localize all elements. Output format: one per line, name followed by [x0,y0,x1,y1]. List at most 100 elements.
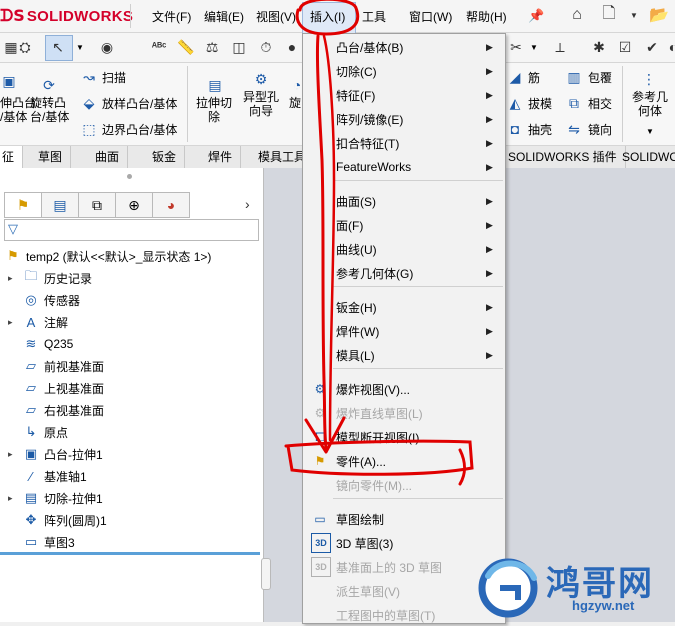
tab-features[interactable]: 征 [0,146,24,168]
extrude-cut-label[interactable]: 拉伸切 除 [196,96,232,124]
chevron-right-icon[interactable]: › [245,196,250,212]
spelling-icon[interactable]: ᴬᴮᶜ [148,36,170,58]
pin-icon[interactable]: 📌 [528,8,544,24]
smart-dimension-icon[interactable]: ⟂ [549,36,571,58]
revolve-boss-label[interactable]: 旋转凸 台/基体 [30,96,69,124]
loft-icon[interactable]: ⬙ [80,94,98,112]
chevron-down-icon[interactable]: ▼ [630,11,638,20]
tree-item[interactable]: ▸ ▤ 切除-拉伸1 [8,487,107,509]
wrap-button[interactable]: 包覆 [588,71,612,85]
tree-item[interactable]: ▸ 🗀 历史记录 [8,267,107,289]
insert-menu-item[interactable]: 凸台/基体(B) ▶ [303,36,505,58]
reference-geometry-icon[interactable]: ⋮ [640,70,658,88]
tree-item[interactable]: ▱ 前视基准面 [8,355,107,377]
property-manager-tab-icon[interactable]: ▤ [41,192,78,218]
revolve-boss-icon[interactable]: ⟳ [40,76,58,94]
insert-menu-item[interactable]: 阵列/镜像(E) ▶ [303,108,505,130]
insert-menu-item[interactable]: 参考几何体(G) ▶ [303,262,505,284]
feature-tree-tab-icon[interactable]: ⚑ [4,192,41,218]
draft-icon[interactable]: ◭ [506,94,524,112]
check-icon[interactable]: ✔ [641,36,663,58]
intersect-button[interactable]: 相交 [588,97,612,111]
shell-button[interactable]: 抽壳 [528,123,552,137]
measure-icon[interactable]: 📏 [175,36,197,58]
menu-help[interactable]: 帮助(H) [466,8,507,25]
expand-arrow-icon[interactable]: ▸ [8,449,18,460]
configuration-manager-tab-icon[interactable]: ⧉ [78,192,115,218]
expand-arrow-icon[interactable]: ▸ [8,493,18,504]
checklist-icon[interactable]: ☑ [614,36,636,58]
tree-item[interactable]: ▱ 上视基准面 [8,377,107,399]
tree-item[interactable]: ◎ 传感器 [8,289,107,311]
menu-view[interactable]: 视图(V) [256,8,296,25]
new-document-icon[interactable]: 🗋 [598,4,620,26]
sweep-button[interactable]: 扫描 [102,71,126,85]
solidworks-logo[interactable]: ᗪS SOLIDWORKS [0,4,133,28]
insert-menu-item[interactable]: FeatureWorks ▶ [303,156,505,178]
tree-root[interactable]: ⚑ temp2 (默认<<默认>_显示状态 1>) [4,245,211,267]
insert-menu-item[interactable]: 焊件(W) ▶ [303,320,505,342]
dimxpert-tab-icon[interactable]: ⊕ [115,192,152,218]
insert-menu-item[interactable]: ⚙ 爆炸视图(V)... [303,378,505,400]
mirror-icon[interactable]: ⇋ [565,120,583,138]
revolve-cut-label[interactable]: 旋 [289,96,301,110]
section-icon[interactable]: ◫ [228,36,250,58]
tab-weldments[interactable]: 焊件 [200,146,242,168]
tree-rollback-bar[interactable] [0,552,260,555]
rebuild-icon[interactable]: ⛭ [14,36,36,58]
tree-item[interactable]: ▸ A 注解 [8,311,107,333]
loft-button[interactable]: 放样凸台/基体 [102,97,177,111]
tree-item[interactable]: ≋ Q235 [8,333,107,355]
insert-menu-item[interactable]: ⚑ 零件(A)... [303,450,505,472]
tab-surfaces[interactable]: 曲面 [87,146,129,168]
tree-item[interactable]: ▱ 右视基准面 [8,399,107,421]
wrap-icon[interactable]: ▥ [565,68,583,86]
insert-menu-item[interactable]: 面(F) ▶ [303,214,505,236]
tree-item[interactable]: ↳ 原点 [8,421,107,443]
menu-edit[interactable]: 编辑(E) [204,8,244,25]
tree-item[interactable]: ✥ 阵列(圆周)1 [8,509,107,531]
shell-icon[interactable]: ◘ [506,120,524,138]
rib-icon[interactable]: ◢ [506,68,524,86]
mass-properties-icon[interactable]: ⚖ [201,36,223,58]
select-cursor-icon[interactable]: ↖ [47,36,69,58]
home-icon[interactable]: ⌂ [566,4,588,26]
insert-menu-item[interactable]: 钣金(H) ▶ [303,296,505,318]
scissors-icon[interactable]: ✂ [505,36,527,58]
diagnostic-icon[interactable]: ✱ [588,36,610,58]
insert-menu-item[interactable]: 曲面(S) ▶ [303,190,505,212]
insert-menu-item[interactable]: 特征(F) ▶ [303,84,505,106]
more-icon[interactable]: ◐ [662,36,675,58]
appearance-icon[interactable]: ◉ [96,36,118,58]
chevron-down-icon[interactable]: ▼ [530,43,538,52]
sweep-icon[interactable]: ↝ [80,68,98,86]
tab-solidworks-addins[interactable]: SOLIDWORKS 插件 [500,146,626,168]
feature-filter-input[interactable] [4,219,259,241]
extrude-cut-icon[interactable]: ▤ [206,76,224,94]
performance-icon[interactable]: ⏱ [255,36,277,58]
tree-item[interactable]: ▭ 草图3 [8,531,107,553]
insert-menu-item[interactable]: 扣合特征(T) ▶ [303,132,505,154]
hole-wizard-label[interactable]: 异型孔 向导 [243,90,279,118]
tree-item[interactable]: ▸ ▣ 凸台-拉伸1 [8,443,107,465]
chevron-down-icon[interactable]: ▼ [76,43,84,52]
intersect-icon[interactable]: ⧉ [565,94,583,112]
boundary-boss-button[interactable]: 边界凸台/基体 [102,123,177,137]
insert-menu-item[interactable]: 曲线(U) ▶ [303,238,505,260]
color-icon[interactable]: ● [281,36,303,58]
boundary-boss-icon[interactable]: ⬚ [80,120,98,138]
hole-wizard-icon[interactable]: ⚙ [252,70,270,88]
tree-item[interactable]: ⁄ 基准轴1 [8,465,107,487]
menu-window[interactable]: 窗口(W) [409,8,452,25]
chevron-down-icon[interactable]: ▼ [646,127,654,136]
menu-file[interactable]: 文件(F) [152,8,191,25]
insert-menu-item[interactable]: 切除(C) ▶ [303,60,505,82]
menu-insert[interactable]: 插入(I) [310,8,345,25]
display-manager-tab-icon[interactable]: ◕ [152,192,190,218]
expand-arrow-icon[interactable]: ▸ [8,273,18,284]
extrude-boss-icon[interactable]: ▣ [0,72,18,90]
open-folder-icon[interactable]: 📂 [648,4,670,26]
insert-menu-item[interactable]: 3D 3D 草图(3) [303,532,505,554]
rib-button[interactable]: 筋 [528,71,540,85]
tab-sketch[interactable]: 草图 [30,146,72,168]
